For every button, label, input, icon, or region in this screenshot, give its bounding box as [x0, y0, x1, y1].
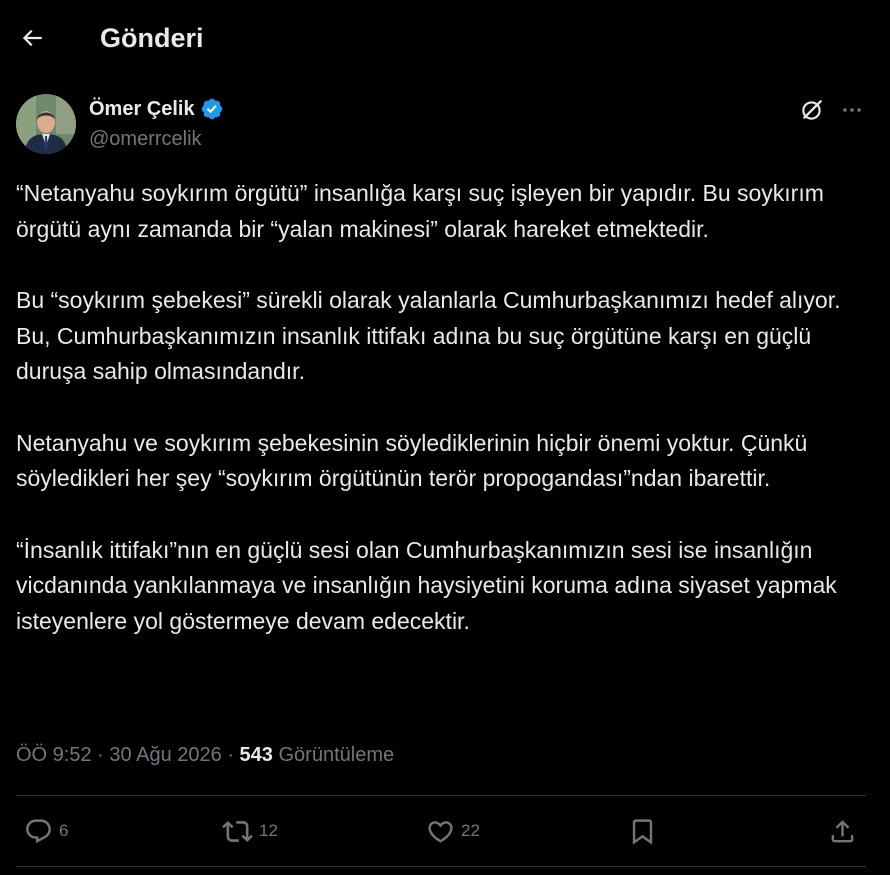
display-name[interactable]: Ömer Çelik: [89, 98, 195, 121]
action-bar: 6 12 22: [16, 796, 866, 866]
divider: [16, 866, 866, 867]
meta-separator: ·: [227, 744, 234, 766]
avatar-image: [16, 94, 76, 154]
tweet-author: Ömer Çelik @omerrcelik: [0, 94, 890, 156]
views-count[interactable]: 543: [240, 744, 273, 766]
arrow-left-icon: [22, 29, 42, 47]
tweet-date[interactable]: 30 Ağu 2026: [109, 744, 221, 766]
share-button[interactable]: [828, 796, 857, 866]
page-header: Gönderi: [0, 0, 890, 76]
heart-icon: [428, 820, 453, 843]
more-dots-icon: [843, 108, 861, 112]
bookmark-icon: [632, 818, 653, 845]
tweet-paragraph: Bu “soykırım şebekesi” sürekli olarak ya…: [16, 287, 841, 384]
back-button[interactable]: [12, 18, 52, 58]
repost-icon: [222, 820, 253, 842]
tweet-text: “Netanyahu soykırım örgütü” insanlığa ka…: [16, 176, 876, 675]
grok-icon: [802, 100, 822, 120]
reply-icon: [26, 818, 51, 843]
like-count: 22: [461, 821, 480, 840]
like-button[interactable]: 22: [426, 796, 480, 866]
more-button[interactable]: [834, 94, 870, 126]
meta-separator: ·: [97, 744, 104, 766]
tweet-paragraph: “Netanyahu soykırım örgütü” insanlığa ka…: [16, 180, 824, 242]
tweet-paragraph: “İnsanlık ittifakı”nın en güçlü sesi ola…: [16, 536, 837, 634]
display-name-row: Ömer Çelik: [89, 94, 224, 124]
grok-button[interactable]: [794, 94, 830, 126]
verified-badge-icon[interactable]: [200, 97, 224, 121]
tweet-meta: ÖÖ 9:52 · 30 Ağu 2026 · 543 Görüntüleme: [16, 740, 394, 770]
repost-button[interactable]: 12: [222, 796, 278, 866]
repost-count: 12: [259, 821, 278, 840]
author-names: Ömer Çelik @omerrcelik: [89, 94, 224, 154]
page-title: Gönderi: [100, 23, 204, 53]
share-icon: [831, 819, 854, 842]
views-label: Görüntüleme: [278, 744, 395, 766]
tweet-paragraph: Netanyahu ve soykırım şebekesinin söyled…: [16, 429, 808, 492]
bookmark-button[interactable]: [628, 796, 657, 866]
avatar[interactable]: [16, 94, 76, 154]
tweet-time[interactable]: ÖÖ 9:52: [16, 744, 92, 766]
handle[interactable]: @omerrcelik: [89, 124, 224, 154]
reply-button[interactable]: 6: [24, 796, 68, 866]
top-actions: [794, 94, 870, 126]
reply-count: 6: [59, 821, 69, 840]
